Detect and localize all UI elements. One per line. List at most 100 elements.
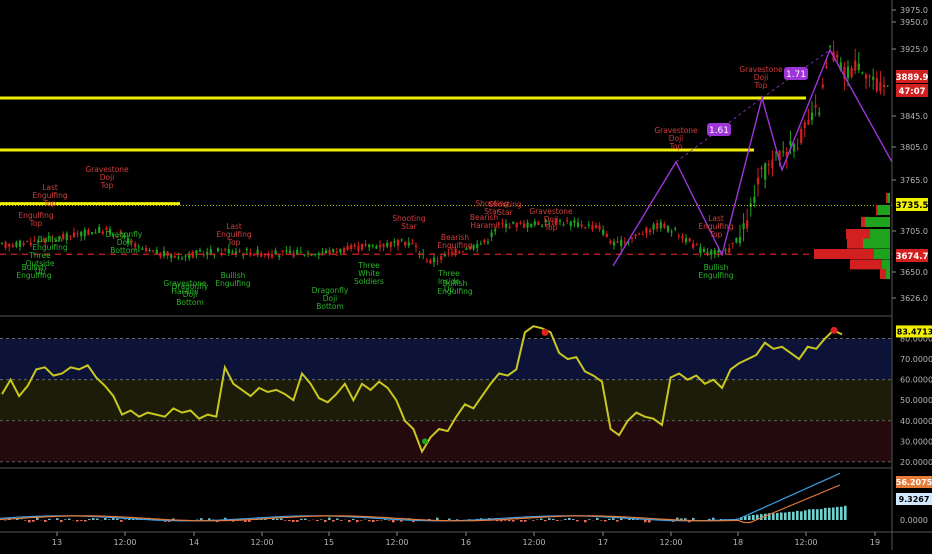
time-tick-label: 18 (733, 538, 743, 547)
harmonic-ratio-text: 1.71 (786, 70, 806, 80)
candle-body (761, 168, 763, 170)
candle-body (563, 224, 565, 225)
macd-histogram-bar (316, 520, 319, 521)
macd-histogram-bar (200, 518, 203, 520)
candle-body (145, 248, 147, 251)
pattern-label-line: Star (401, 222, 417, 231)
candle-body (206, 252, 208, 255)
candle-body (509, 226, 511, 227)
macd-histogram-bar (572, 519, 575, 520)
candle-body (606, 234, 608, 237)
candle-body (768, 164, 770, 165)
candle-body (797, 148, 799, 149)
time-tick-label: 15 (324, 538, 334, 547)
candle-body (851, 68, 853, 77)
candle-body (321, 252, 323, 253)
macd-histogram-bar (32, 520, 35, 522)
candle-body (617, 241, 619, 242)
oversold-marker (422, 438, 428, 444)
time-tick-label: 12:00 (659, 538, 682, 547)
macd-histogram-bar (788, 512, 791, 520)
macd-histogram-bar (644, 520, 647, 522)
volume-profile-buy-bar (886, 269, 890, 279)
macd-histogram-bar (448, 519, 451, 520)
candle-body (473, 245, 475, 249)
macd-histogram-bar (612, 518, 615, 520)
candle-body (541, 226, 543, 227)
candle-body (782, 151, 784, 152)
macd-histogram-bar (392, 520, 395, 522)
candle-body (73, 233, 75, 238)
candle-body (793, 144, 795, 151)
candle-body (357, 246, 359, 251)
candle-body (221, 253, 223, 254)
candle-body (8, 244, 10, 247)
candle-body (217, 248, 219, 251)
candle-body (861, 72, 863, 73)
macd-histogram-bar (564, 519, 567, 520)
candle-body (300, 252, 302, 253)
price-tick-label: 3650.0 (900, 268, 928, 277)
candle-body (624, 242, 626, 243)
volume-profile-sell-bar (861, 217, 865, 227)
macd-histogram-bar (336, 518, 339, 520)
volume-profile-sell-bar (850, 259, 882, 269)
candle-body (447, 253, 449, 254)
candle-body (753, 197, 755, 203)
macd-histogram-bar (784, 512, 787, 520)
macd-histogram-bar (568, 518, 571, 520)
candle-body (163, 251, 165, 256)
candle-body (149, 250, 151, 251)
time-tick-label: 19 (870, 538, 880, 547)
candle-body (667, 226, 669, 232)
candle-body (815, 105, 817, 108)
candle-body (883, 85, 885, 87)
volume-profile-buy-bar (874, 249, 890, 259)
macd-histogram-bar (588, 519, 591, 520)
candle-body (681, 236, 683, 238)
candle-body (141, 248, 143, 249)
volume-profile-sell-bar (846, 229, 870, 239)
time-tick-label: 12:00 (522, 538, 545, 547)
price-tick-label: 3705.0 (900, 227, 928, 236)
macd-histogram-bar (272, 519, 275, 520)
price-tick-label: 3845.0 (900, 112, 928, 121)
candle-body (476, 244, 478, 248)
candle-body (620, 240, 622, 246)
macd-histogram-bar (324, 520, 327, 522)
volume-profile-buy-bar (865, 217, 890, 227)
stochastic-zone (0, 359, 892, 380)
candle-body (181, 258, 183, 259)
pattern-label-line: Bottom (176, 298, 204, 307)
macd-histogram-bar (368, 520, 371, 521)
candle-body (491, 233, 493, 237)
candle-body (368, 244, 370, 247)
candle-body (559, 221, 561, 222)
candle-body (84, 230, 86, 237)
candle-body (325, 250, 327, 253)
macd-histogram-bar (808, 509, 811, 520)
candle-body (177, 257, 179, 258)
candle-body (228, 249, 230, 253)
candle-body (480, 244, 482, 245)
candle-body (174, 256, 176, 257)
volume-profile-sell-bar (814, 249, 874, 259)
candle-body (771, 160, 773, 169)
candle-body (249, 253, 251, 256)
candle-body (728, 248, 730, 252)
macd-histogram-bar (520, 520, 523, 522)
candle-body (660, 222, 662, 228)
volume-profile-sell-bar (880, 269, 886, 279)
candle-body (19, 241, 21, 247)
candle-body (15, 242, 17, 246)
macd-histogram-bar (340, 520, 343, 521)
pattern-label-line: Engulfing (32, 243, 68, 252)
stochastic-pane[interactable] (0, 326, 892, 462)
candle-body (613, 242, 615, 245)
volume-profile-buy-bar (863, 239, 890, 249)
candle-body (804, 122, 806, 128)
macd-histogram-bar (276, 519, 279, 520)
macd-histogram-bar (60, 520, 63, 522)
candle-body (516, 223, 518, 228)
chart-canvas[interactable]: 1.611.71LastEngulfingTopEngulfingTopGrav… (0, 0, 932, 550)
